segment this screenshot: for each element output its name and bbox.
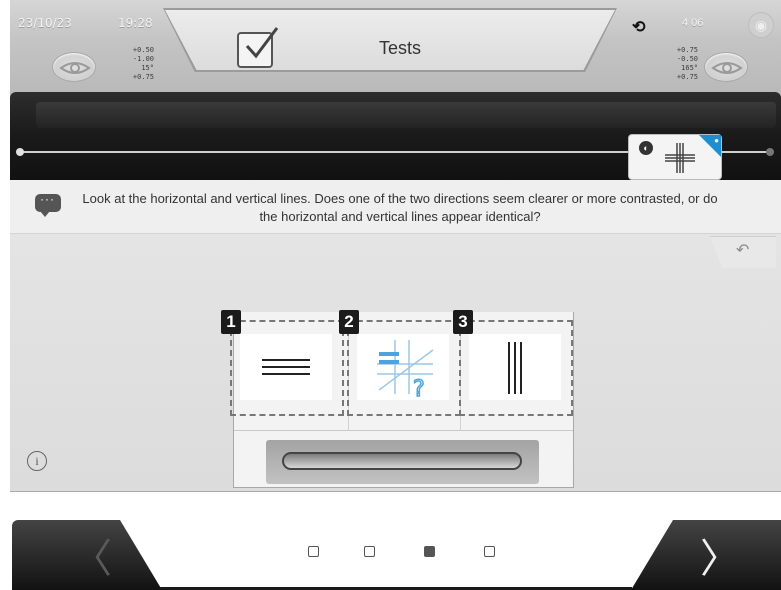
date-label: 23/10/23: [18, 16, 72, 30]
cross-grid-icon: [665, 143, 695, 173]
option-number-1: 1: [221, 310, 241, 334]
track-end-dot: [766, 148, 774, 156]
answer-slot[interactable]: [266, 440, 539, 484]
page-title: Tests: [378, 38, 421, 58]
right-eye-icon[interactable]: [704, 52, 748, 82]
patient-corner-icon: ●: [699, 135, 721, 157]
band-inner: [36, 102, 776, 128]
speech-bubble-icon: ···: [35, 192, 61, 217]
option-number-2: 2: [339, 310, 359, 334]
test-type-badge-icon: ◐: [639, 141, 653, 155]
page-dot-1[interactable]: [308, 546, 319, 557]
left-eye-prescription: +0.50 -1.00 15° +0.75: [132, 46, 154, 81]
option-horizontal-clearer[interactable]: [230, 320, 344, 416]
current-test-thumbnail[interactable]: ◐ ●: [628, 134, 722, 180]
option-number-3: 3: [453, 310, 473, 334]
left-eye-icon[interactable]: [52, 52, 96, 82]
chevron-left-icon[interactable]: 〈: [72, 526, 112, 584]
unsure-question-icon: ?: [357, 334, 449, 403]
power-icon[interactable]: ◉: [748, 12, 774, 38]
right-eye-prescription: +0.75 -0.50 165° +0.75: [676, 46, 698, 81]
answer-pill: [282, 452, 522, 470]
page-dot-4[interactable]: [484, 546, 495, 557]
svg-text:?: ?: [413, 377, 425, 400]
option-vertical-clearer[interactable]: [459, 320, 573, 416]
page-dot-2[interactable]: [364, 546, 375, 557]
vertical-lines-clearer-icon: [469, 334, 561, 400]
option-unsure[interactable]: ?: [347, 320, 461, 416]
tests-check-icon: [237, 27, 279, 68]
time-label: 19:28: [118, 16, 153, 30]
undo-arrow-icon[interactable]: ↶: [736, 240, 749, 260]
track-start-dot: [16, 148, 24, 156]
timer-label: 4 06: [682, 17, 704, 29]
instruction-text: Look at the horizontal and vertical line…: [82, 191, 718, 224]
sync-icon[interactable]: ⟲: [632, 17, 645, 37]
info-icon[interactable]: i: [27, 451, 47, 471]
horizontal-lines-clearer-icon: [240, 334, 332, 400]
chevron-right-icon[interactable]: 〉: [700, 526, 740, 584]
page-dot-3[interactable]: [424, 546, 435, 557]
panel-divider: [234, 430, 573, 431]
